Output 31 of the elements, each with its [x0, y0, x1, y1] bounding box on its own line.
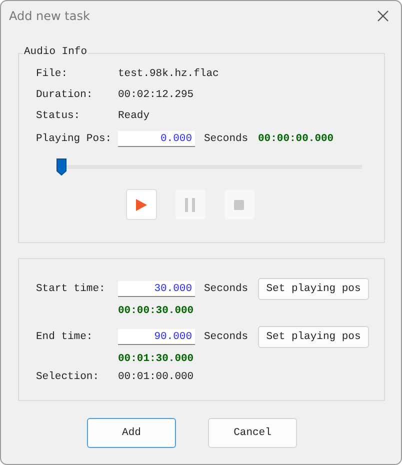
- pause-icon: [183, 196, 197, 212]
- slider-thumb[interactable]: [56, 158, 67, 176]
- field-label: End time:: [36, 331, 94, 343]
- field-label: File:: [36, 68, 69, 80]
- dialog-button[interactable]: Cancel: [208, 418, 297, 448]
- time-readout: 00:00:30.000: [118, 305, 194, 317]
- time-field[interactable]: 90.000: [118, 329, 195, 345]
- field-label: Status:: [36, 110, 82, 122]
- time-readout: 00:01:30.000: [118, 353, 194, 365]
- unit-label: Seconds: [204, 133, 248, 145]
- stop-icon: [233, 198, 245, 210]
- selection-value: 00:01:00.000: [118, 371, 195, 383]
- field-value: Ready: [118, 110, 151, 122]
- field-value: test.98k.hz.flac: [118, 68, 220, 80]
- play-button[interactable]: [126, 189, 156, 220]
- dialog-button[interactable]: Add: [87, 418, 176, 448]
- field-label: Duration:: [36, 89, 94, 101]
- set-playing-pos-button[interactable]: Set playing pos: [258, 278, 369, 300]
- unit-label: Seconds: [204, 283, 248, 295]
- field-value: 00:02:12.295: [118, 89, 195, 101]
- set-playing-pos-button[interactable]: Set playing pos: [258, 326, 369, 348]
- field-label: Playing Pos:: [36, 133, 113, 145]
- unit-label: Seconds: [204, 331, 248, 343]
- field-label: Start time:: [36, 283, 106, 295]
- close-icon[interactable]: [377, 10, 389, 22]
- time-field[interactable]: 30.000: [118, 281, 195, 297]
- field-label: Selection:: [36, 371, 100, 383]
- time-readout: 00:00:00.000: [258, 133, 335, 145]
- window-title: Add new task: [9, 9, 90, 23]
- playing-pos-field[interactable]: 0.000: [118, 131, 195, 147]
- play-icon: [134, 198, 148, 212]
